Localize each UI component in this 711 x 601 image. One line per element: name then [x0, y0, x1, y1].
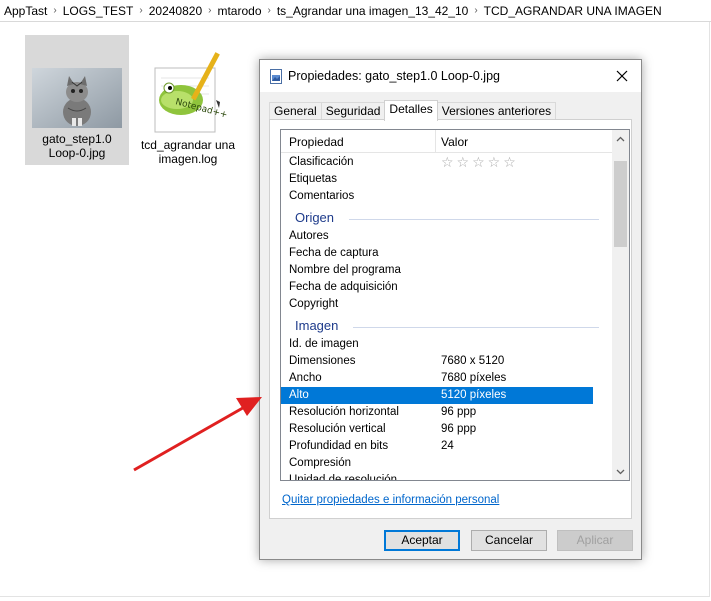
- property-name: Compresión: [289, 457, 351, 469]
- property-value: 7680 píxeles: [441, 372, 507, 384]
- list-item[interactable]: Id. de imagen: [281, 336, 593, 353]
- chevron-right-icon[interactable]: ›: [474, 5, 477, 16]
- property-name: Alto: [289, 389, 309, 401]
- property-name: Fecha de adquisición: [289, 281, 398, 293]
- breadcrumb-item-apptast[interactable]: AppTast: [4, 4, 47, 18]
- property-name: Copyright: [289, 298, 339, 310]
- group-header-image: Imagen: [281, 316, 613, 336]
- file-name-line2: imagen.log: [158, 152, 218, 166]
- breadcrumb-item-date[interactable]: 20240820: [149, 4, 202, 18]
- cancel-button[interactable]: Cancelar: [471, 530, 547, 551]
- image-file-icon: [270, 68, 282, 84]
- list-item[interactable]: Unidad de resolución: [281, 472, 593, 480]
- scroll-down-button[interactable]: [612, 463, 629, 480]
- properties-rows: Clasificación ☆☆☆☆☆ Etiquetas Comentario…: [281, 130, 613, 480]
- group-title: Imagen: [295, 318, 339, 333]
- dialog-title: Propiedades: gato_step1.0 Loop-0.jpg: [288, 69, 500, 83]
- property-name: Unidad de resolución: [289, 474, 398, 480]
- list-item[interactable]: Clasificación ☆☆☆☆☆: [281, 154, 593, 171]
- list-item[interactable]: Resolución vertical 96 ppp: [281, 421, 593, 438]
- list-item[interactable]: Etiquetas: [281, 171, 593, 188]
- properties-list[interactable]: Clasificación ☆☆☆☆☆ Etiquetas Comentario…: [280, 129, 630, 481]
- property-name: Profundidad en bits: [289, 440, 389, 452]
- list-column-header: Propiedad Valor: [281, 130, 613, 153]
- property-name: Etiquetas: [289, 173, 337, 185]
- file-name-line1: gato_step1.0: [42, 132, 112, 146]
- property-name: Id. de imagen: [289, 338, 359, 350]
- property-name: Dimensiones: [289, 355, 356, 367]
- group-divider: [349, 219, 599, 220]
- property-name: Resolución horizontal: [289, 406, 399, 418]
- list-item[interactable]: Profundidad en bits 24: [281, 438, 593, 455]
- file-item-image[interactable]: gato_step1.0 Loop-0.jpg: [25, 35, 129, 165]
- dialog-tabs: General Seguridad Detalles Versiones ant…: [269, 100, 557, 121]
- property-value: 24: [441, 440, 454, 452]
- group-header-origin: Origen: [281, 208, 613, 228]
- close-icon: [616, 70, 628, 82]
- property-value: 7680 x 5120: [441, 355, 505, 367]
- list-item[interactable]: Copyright: [281, 296, 593, 313]
- breadcrumb-item-logs-test[interactable]: LOGS_TEST: [63, 4, 134, 18]
- breadcrumb-item-test-case[interactable]: TCD_AGRANDAR UNA IMAGEN: [484, 4, 662, 18]
- chevron-down-icon: [616, 469, 625, 474]
- ok-button[interactable]: Aceptar: [384, 530, 460, 551]
- image-thumbnail-icon: [32, 68, 122, 128]
- list-item[interactable]: Dimensiones 7680 x 5120: [281, 353, 593, 370]
- tab-security[interactable]: Seguridad: [320, 102, 386, 120]
- property-name: Clasificación: [289, 156, 354, 168]
- vertical-scrollbar[interactable]: [612, 130, 629, 480]
- property-name: Comentarios: [289, 190, 355, 202]
- chevron-right-icon[interactable]: ›: [208, 5, 211, 16]
- list-item[interactable]: Fecha de adquisición: [281, 279, 593, 296]
- chevron-up-icon: [616, 136, 625, 141]
- properties-dialog: Propiedades: gato_step1.0 Loop-0.jpg Gen…: [259, 59, 642, 560]
- details-panel: Clasificación ☆☆☆☆☆ Etiquetas Comentario…: [269, 119, 632, 519]
- property-value: 5120 píxeles: [441, 389, 507, 401]
- file-item-log[interactable]: Notepad++ tcd_agrandar una imagen.log: [136, 35, 240, 166]
- file-name-line1: tcd_agrandar una: [140, 138, 236, 152]
- breadcrumb-item-user[interactable]: mtarodo: [217, 4, 261, 18]
- address-breadcrumb[interactable]: AppTast › LOGS_TEST › 20240820 › mtarodo…: [0, 0, 711, 22]
- property-name: Nombre del programa: [289, 264, 401, 276]
- property-value: 96 ppp: [441, 406, 477, 418]
- list-item-selected[interactable]: Alto 5120 píxeles: [281, 387, 593, 404]
- file-name-line2: Loop-0.jpg: [48, 146, 106, 160]
- list-item[interactable]: Comentarios: [281, 188, 593, 205]
- remove-properties-link[interactable]: Quitar propiedades e información persona…: [282, 494, 499, 506]
- property-name: Autores: [289, 230, 329, 242]
- column-divider[interactable]: [435, 130, 436, 152]
- chevron-right-icon[interactable]: ›: [139, 5, 142, 16]
- group-title: Origen: [295, 210, 335, 225]
- apply-button[interactable]: Aplicar: [557, 530, 633, 551]
- list-item[interactable]: Ancho 7680 píxeles: [281, 370, 593, 387]
- scroll-up-button[interactable]: [612, 130, 629, 147]
- list-item[interactable]: Nombre del programa: [281, 262, 593, 279]
- tab-general[interactable]: General: [269, 102, 322, 120]
- list-item[interactable]: Fecha de captura: [281, 245, 593, 262]
- property-name: Ancho: [289, 372, 322, 384]
- list-item[interactable]: Compresión: [281, 455, 593, 472]
- scrollbar-thumb[interactable]: [614, 161, 627, 247]
- column-header-value[interactable]: Valor: [441, 135, 468, 149]
- breadcrumb-item-test-session[interactable]: ts_Agrandar una imagen_13_42_10: [277, 4, 468, 18]
- property-value: 96 ppp: [441, 423, 477, 435]
- dialog-titlebar[interactable]: Propiedades: gato_step1.0 Loop-0.jpg: [260, 60, 641, 92]
- tab-previous-versions[interactable]: Versiones anteriores: [436, 102, 557, 120]
- rating-stars-icon[interactable]: ☆☆☆☆☆: [441, 154, 519, 171]
- list-item[interactable]: Autores: [281, 228, 593, 245]
- notepad-plus-plus-icon: Notepad++: [143, 38, 233, 134]
- chevron-right-icon[interactable]: ›: [268, 5, 271, 16]
- tab-details[interactable]: Detalles: [384, 100, 438, 121]
- column-header-property[interactable]: Propiedad: [289, 135, 344, 149]
- property-name: Resolución vertical: [289, 423, 386, 435]
- group-divider: [353, 327, 599, 328]
- property-name: Fecha de captura: [289, 247, 379, 259]
- list-item[interactable]: Resolución horizontal 96 ppp: [281, 404, 593, 421]
- chevron-right-icon[interactable]: ›: [53, 5, 56, 16]
- close-button[interactable]: [611, 65, 633, 87]
